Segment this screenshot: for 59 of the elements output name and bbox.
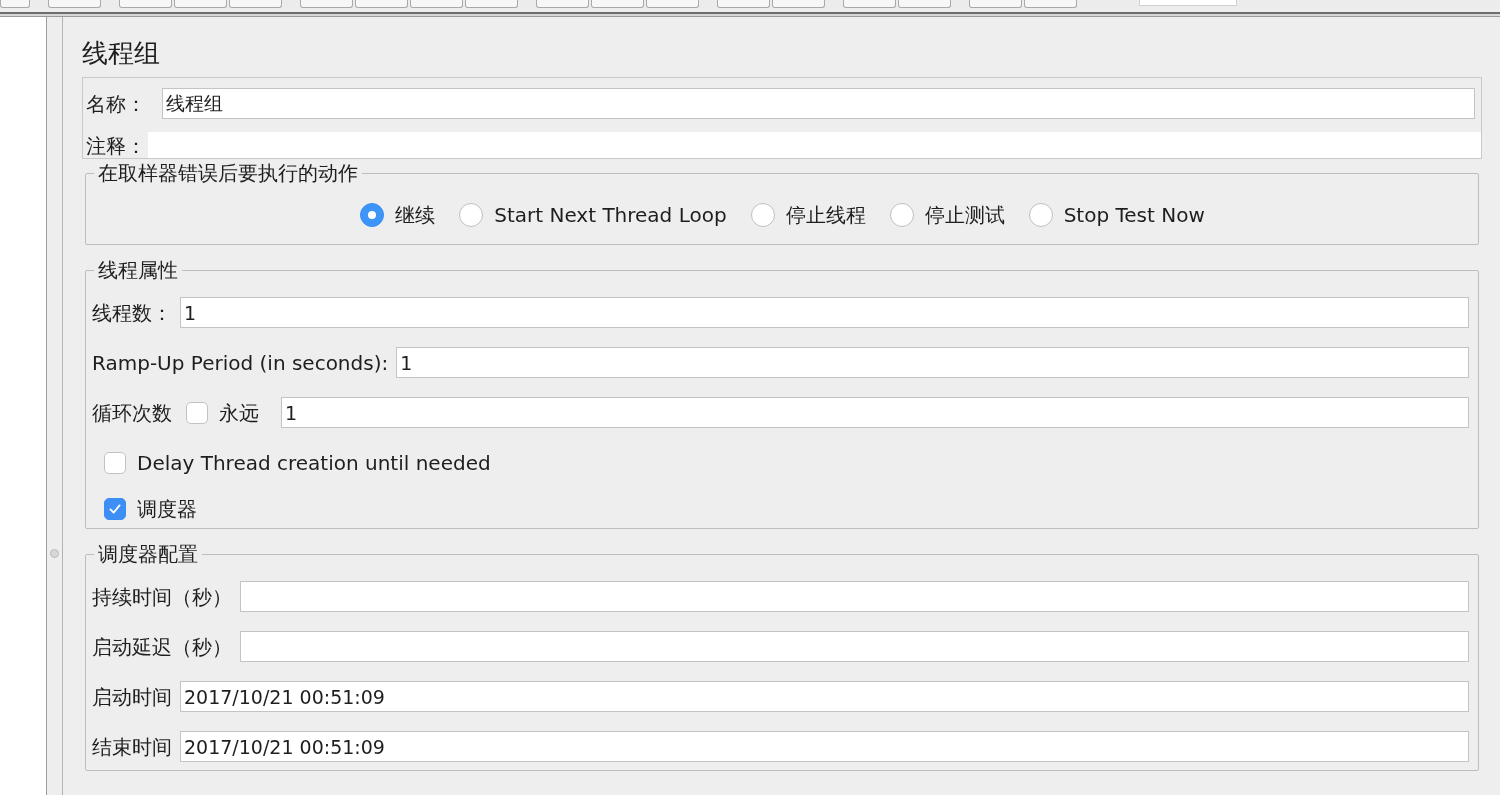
input-field[interactable]: 1 — [180, 297, 1469, 328]
checkbox-icon[interactable] — [104, 451, 126, 474]
field-label: 结束时间 — [92, 733, 172, 760]
radio-option[interactable]: 停止线程 — [750, 202, 866, 228]
input-field[interactable] — [148, 132, 1481, 158]
toolbar-button[interactable] — [591, 0, 644, 8]
checkbox-option[interactable]: 调度器 — [104, 495, 197, 522]
field-label: 线程数： — [92, 299, 172, 326]
checkbox-option[interactable]: Delay Thread creation until needed — [104, 449, 491, 476]
input-field[interactable]: 1 — [281, 397, 1469, 428]
toolbar-button[interactable] — [174, 0, 227, 8]
field-label: Ramp-Up Period (in seconds): — [92, 349, 389, 376]
field-label: 名称： — [86, 91, 147, 116]
toolbar-button[interactable] — [536, 0, 589, 8]
splitter-bar[interactable] — [47, 17, 63, 795]
input-field[interactable]: 线程组 — [162, 88, 1475, 119]
field-label: 注释： — [86, 134, 147, 158]
toolbar-button[interactable] — [969, 0, 1022, 8]
toolbar-button[interactable] — [410, 0, 463, 8]
toolbar-button[interactable] — [1024, 0, 1077, 8]
panel-title: 线程组 — [82, 37, 160, 69]
group-title: 线程属性 — [97, 258, 179, 282]
radio-option[interactable]: Start Next Thread Loop — [459, 202, 727, 228]
field-label: 启动时间 — [92, 683, 172, 710]
toolbar-button[interactable] — [119, 0, 172, 8]
field-label: 循环次数 — [92, 399, 172, 426]
checkbox-icon[interactable] — [186, 401, 208, 424]
group-title: 在取样器错误后要执行的动作 — [97, 161, 359, 185]
radio-option[interactable]: Stop Test Now — [1028, 202, 1205, 228]
splitter-handle-icon[interactable] — [50, 549, 59, 558]
toolbar-button[interactable] — [772, 0, 825, 8]
toolbar-button[interactable] — [898, 0, 951, 8]
radio-icon[interactable] — [1028, 203, 1053, 227]
field-label: 持续时间（秒） — [92, 583, 232, 610]
toolbar-button[interactable] — [465, 0, 518, 8]
radio-option[interactable]: 停止测试 — [889, 202, 1005, 228]
radio-icon[interactable] — [750, 203, 775, 227]
input-field[interactable]: 2017/10/21 00:51:09 — [180, 681, 1469, 712]
toolbar-button[interactable] — [229, 0, 282, 8]
toolbar-button[interactable] — [355, 0, 408, 8]
toolbar-button[interactable] — [843, 0, 896, 8]
input-field[interactable]: 1 — [396, 347, 1469, 378]
toolbar-button[interactable] — [0, 0, 30, 8]
radio-option[interactable]: 继续 — [360, 202, 436, 228]
checkbox-option[interactable]: 永远 — [186, 399, 259, 426]
toolbar-button[interactable] — [300, 0, 353, 8]
radio-icon[interactable] — [889, 203, 914, 227]
toolbar-button[interactable] — [48, 0, 101, 8]
input-field[interactable] — [240, 581, 1469, 612]
toolbar-button[interactable] — [717, 0, 770, 8]
input-field[interactable]: 2017/10/21 00:51:09 — [180, 731, 1469, 762]
field-label: 启动延迟（秒） — [92, 633, 232, 660]
radio-icon[interactable] — [360, 203, 385, 227]
group-title: 调度器配置 — [97, 542, 199, 566]
radio-icon[interactable] — [459, 203, 484, 227]
toolbar-button[interactable] — [646, 0, 699, 8]
input-field[interactable] — [240, 631, 1469, 662]
checkbox-icon[interactable] — [104, 497, 126, 520]
toolbar-field[interactable] — [1139, 0, 1237, 6]
